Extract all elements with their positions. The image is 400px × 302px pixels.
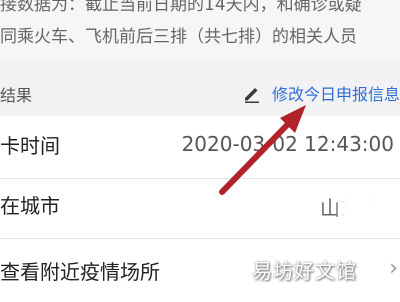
city-label: 在城市 bbox=[0, 194, 60, 218]
notice-line-1: 接数据为：截止当前日期的14天内，和确诊或疑 bbox=[0, 0, 362, 15]
checkin-time-label: 卡时间 bbox=[0, 134, 60, 158]
watermark: 易坊好文馆 bbox=[252, 259, 357, 283]
pencil-icon bbox=[244, 88, 259, 103]
checkin-time-value: 2020-03-02 12:43:00 bbox=[181, 132, 394, 156]
edit-today-report-link[interactable]: 修改今日申报信息 bbox=[242, 80, 400, 106]
edit-today-report-label: 修改今日申报信息 bbox=[271, 85, 400, 104]
divider bbox=[0, 238, 400, 239]
row-checkin-time: 卡时间 2020-03-02 12:43:00 bbox=[0, 120, 400, 178]
redacted-area bbox=[340, 195, 400, 225]
notice-panel: 接数据为：截止当前日期的14天内，和确诊或疑 同乘火车、飞机前后三排（共七排）的… bbox=[0, 0, 400, 62]
nearby-sites-label: 查看附近疫情场所 bbox=[0, 260, 160, 284]
result-header: 结果 修改今日申报信息 bbox=[0, 72, 400, 116]
result-title: 结果 bbox=[0, 86, 33, 105]
divider bbox=[0, 178, 400, 179]
chevron-right-icon: › bbox=[389, 256, 398, 281]
notice-line-2: 同乘火车、飞机前后三排（共七排）的相关人员 bbox=[0, 27, 357, 47]
